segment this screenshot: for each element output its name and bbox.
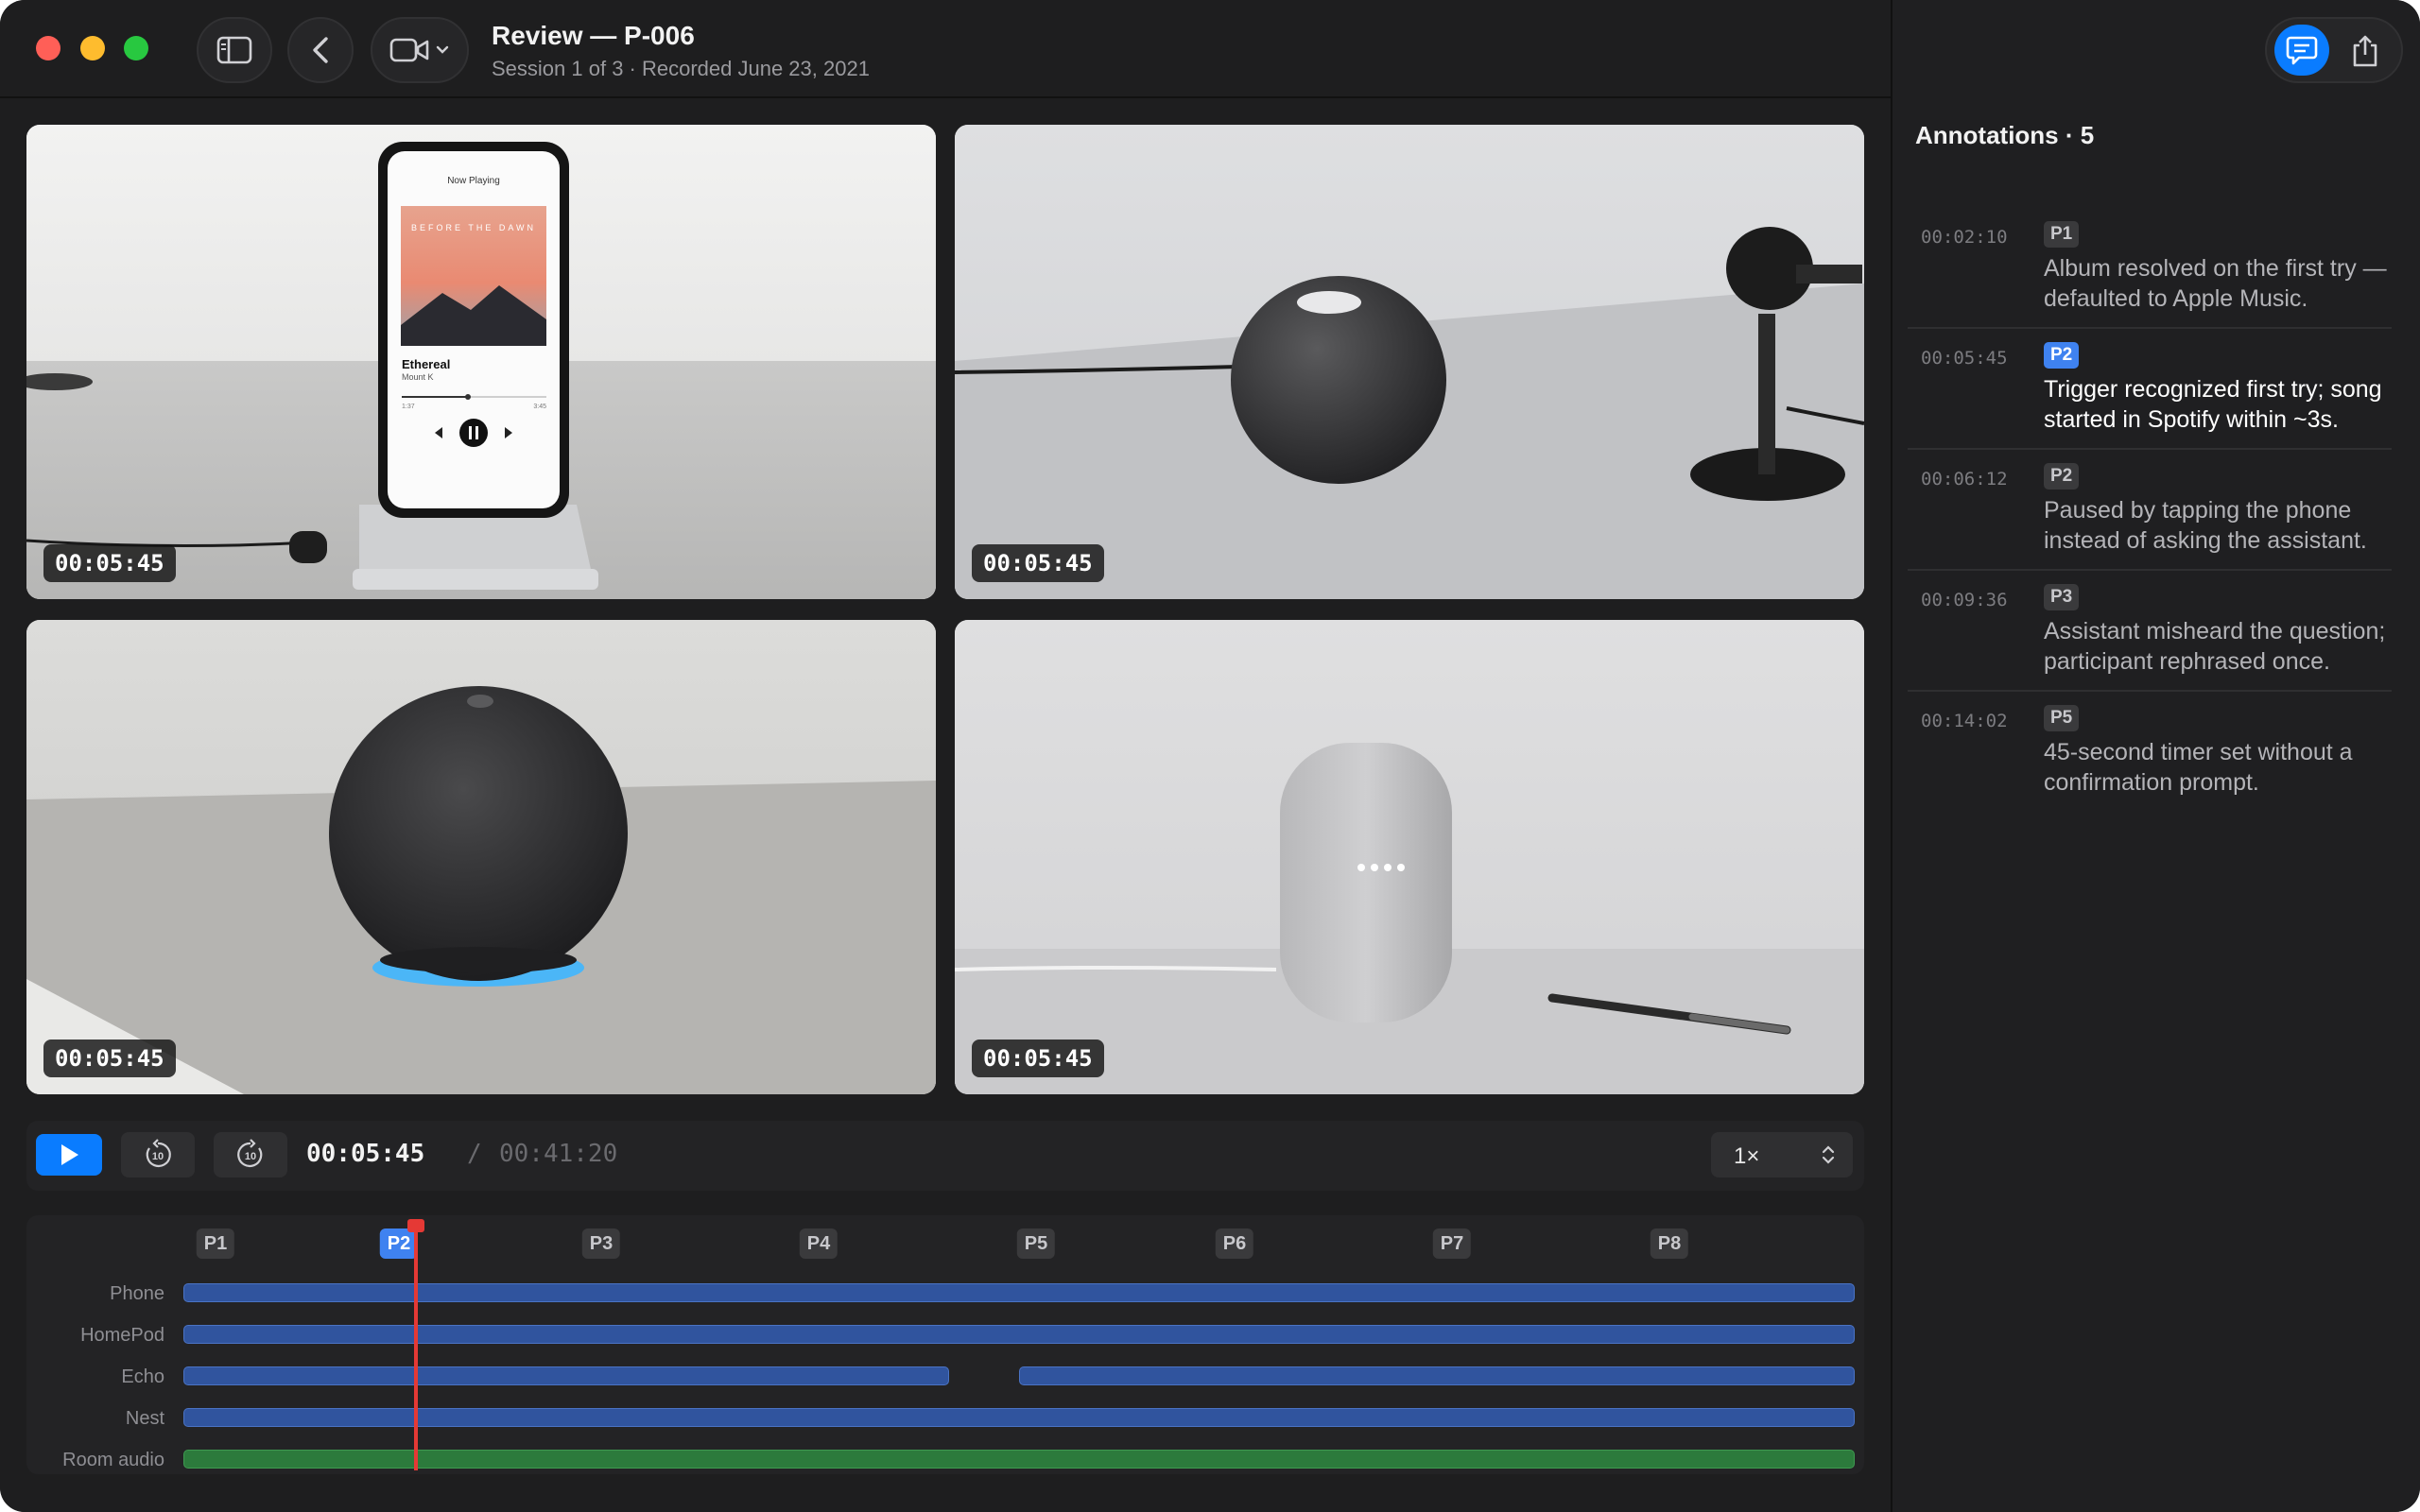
timeline-marker-p1[interactable]: P1 <box>196 1228 235 1259</box>
annotation-text: 45-second timer set without a confirmati… <box>2044 739 2353 796</box>
video-timestamp: 00:05:45 <box>43 1040 176 1077</box>
timeline-marker-p3[interactable]: P3 <box>581 1228 621 1259</box>
annotation-list: 00:02:10 P1 Album resolved on the first … <box>1908 208 2392 811</box>
track-label-homepod: HomePod <box>80 1325 164 1346</box>
annotation-text: Assistant misheard the question; partici… <box>2044 618 2386 675</box>
time-separator: / <box>467 1140 482 1168</box>
title-block: Review — P-006 Session 1 of 3 · Recorded… <box>492 21 870 81</box>
annotations-sidebar: Annotations · 5 00:02:10 P1 Album resolv… <box>1891 0 2420 1512</box>
track-label-echo: Echo <box>121 1366 164 1387</box>
timeline-marker-p8[interactable]: P8 <box>1650 1228 1689 1259</box>
phone-duration: 3:45 <box>533 404 546 410</box>
annotation-text: Trigger recognized first try; song start… <box>2044 376 2382 433</box>
play-button[interactable] <box>36 1134 102 1176</box>
playback-speed-value: 1× <box>1734 1143 1760 1169</box>
track-bar-echo-segment-1[interactable] <box>183 1366 949 1385</box>
sidebar-toggle-button[interactable] <box>197 17 272 83</box>
track-bar-nest[interactable] <box>183 1408 1855 1427</box>
stepper-icon <box>1822 1145 1835 1164</box>
annotation-text: Paused by tapping the phone instead of a… <box>2044 497 2367 554</box>
annotation-tag: P2 <box>2044 342 2080 369</box>
annotation-tag: P1 <box>2044 221 2080 248</box>
titlebar: Review — P-006 Session 1 of 3 · Recorded… <box>0 0 1891 98</box>
video-feed-homepod[interactable]: 00:05:45 <box>955 125 1864 599</box>
play-icon <box>61 1144 78 1165</box>
annotation-time: 00:02:10 <box>1921 227 2008 248</box>
skip-back-icon: 10 <box>146 1139 171 1168</box>
annotations-toggle-button[interactable] <box>2274 25 2329 76</box>
current-time: 00:05:45 <box>306 1140 425 1168</box>
track-label-nest: Nest <box>125 1408 164 1429</box>
page-title: Review — P-006 <box>492 21 695 50</box>
video-feed-phone[interactable]: Now Playing BEFORE THE DAWN Ethereal Mou… <box>26 125 936 599</box>
timeline-marker-p5[interactable]: P5 <box>1016 1228 1056 1259</box>
annotation-item[interactable]: 00:14:02 P5 45-second timer set without … <box>1908 692 2392 811</box>
chevron-left-icon <box>313 37 328 63</box>
track-label-phone: Phone <box>110 1283 164 1304</box>
video-timestamp: 00:05:45 <box>972 544 1104 582</box>
video-timestamp: 00:05:45 <box>43 544 176 582</box>
timeline-marker-p4[interactable]: P4 <box>799 1228 838 1259</box>
annotation-tag: P5 <box>2044 705 2080 731</box>
phone-screen-header: Now Playing <box>447 176 500 186</box>
svg-text:10: 10 <box>152 1151 164 1162</box>
annotation-item-selected[interactable]: 00:05:45 P2 Trigger recognized first try… <box>1908 329 2392 450</box>
timeline[interactable]: P1 P2 P3 P4 P5 P6 P7 P8 Phone HomePod Ec… <box>26 1215 1864 1474</box>
timeline-marker-p6[interactable]: P6 <box>1215 1228 1254 1259</box>
minimize-window-button[interactable] <box>80 36 105 60</box>
timeline-marker-p7[interactable]: P7 <box>1432 1228 1472 1259</box>
annotation-time: 00:09:36 <box>1921 590 2008 610</box>
chevron-down-icon <box>436 45 449 54</box>
phone-song-artist: Mount K <box>402 372 434 382</box>
video-camera-icon <box>389 38 429 62</box>
skip-forward-button[interactable]: 10 <box>214 1132 287 1177</box>
annotation-item[interactable]: 00:02:10 P1 Album resolved on the first … <box>1908 208 2392 329</box>
album-art-text: BEFORE THE DAWN <box>411 223 536 232</box>
back-button[interactable] <box>287 17 354 83</box>
annotations-heading: Annotations · 5 <box>1915 121 2095 149</box>
app-window: Review — P-006 Session 1 of 3 · Recorded… <box>0 0 2420 1512</box>
annotation-item[interactable]: 00:09:36 P3 Assistant misheard the quest… <box>1908 571 2392 692</box>
annotation-text: Album resolved on the first try — defaul… <box>2044 255 2387 312</box>
transport-bar: 10 10 00:05:45 / 00:41:20 1× <box>26 1121 1864 1191</box>
camera-layout-button[interactable] <box>371 17 469 83</box>
skip-back-button[interactable]: 10 <box>121 1132 195 1177</box>
annotation-time: 00:06:12 <box>1921 469 2008 490</box>
playback-speed-select[interactable]: 1× <box>1711 1132 1853 1177</box>
sidebar-toolbar <box>2265 17 2403 83</box>
total-time: 00:41:20 <box>499 1140 618 1168</box>
main-area: Review — P-006 Session 1 of 3 · Recorded… <box>0 0 1891 1512</box>
annotation-tag: P3 <box>2044 584 2080 610</box>
track-bar-phone[interactable] <box>183 1283 1855 1302</box>
skip-forward-icon: 10 <box>237 1139 263 1168</box>
track-label-room-audio: Room audio <box>62 1450 164 1470</box>
playhead[interactable] <box>414 1219 418 1470</box>
comment-icon <box>2286 36 2318 65</box>
track-bar-room-audio[interactable] <box>183 1450 1855 1469</box>
annotation-time: 00:14:02 <box>1921 711 2008 731</box>
annotation-time: 00:05:45 <box>1921 348 2008 369</box>
phone-scene: Now Playing BEFORE THE DAWN Ethereal Mou… <box>26 125 936 599</box>
homepod-scene <box>955 125 1864 599</box>
share-icon <box>2353 35 2377 67</box>
video-feed-echo[interactable]: 00:05:45 <box>26 620 936 1094</box>
video-timestamp: 00:05:45 <box>972 1040 1104 1077</box>
share-button[interactable] <box>2341 26 2390 76</box>
timeline-marker-p2[interactable]: P2 <box>379 1228 419 1259</box>
zoom-window-button[interactable] <box>124 36 148 60</box>
close-window-button[interactable] <box>36 36 60 60</box>
annotation-tag: P2 <box>2044 463 2080 490</box>
phone-song-title: Ethereal <box>402 357 450 371</box>
track-bar-homepod[interactable] <box>183 1325 1855 1344</box>
session-subtitle: Session 1 of 3 · Recorded June 23, 2021 <box>492 57 870 80</box>
sidebar-toggle-icon <box>216 36 252 64</box>
echo-scene <box>26 620 936 1094</box>
svg-text:10: 10 <box>245 1151 256 1162</box>
nest-scene <box>955 620 1864 1094</box>
annotation-item[interactable]: 00:06:12 P2 Paused by tapping the phone … <box>1908 450 2392 571</box>
video-feed-nest[interactable]: 00:05:45 <box>955 620 1864 1094</box>
track-bar-echo-segment-2[interactable] <box>1019 1366 1855 1385</box>
phone-elapsed: 1:37 <box>402 404 415 410</box>
